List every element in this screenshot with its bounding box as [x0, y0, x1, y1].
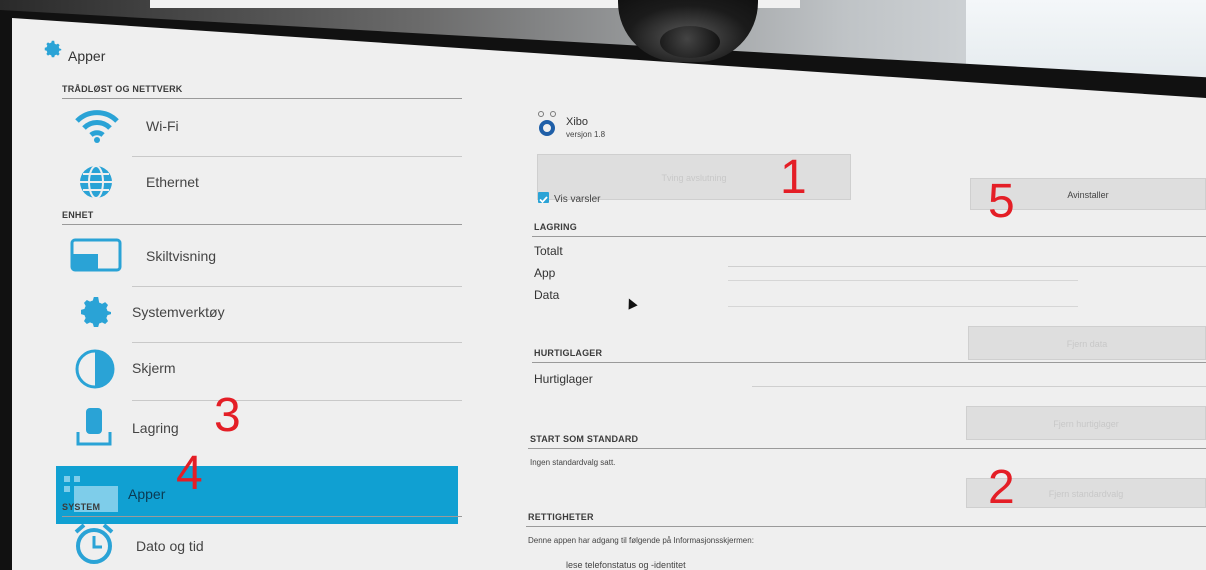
annotation-4: 4	[176, 447, 203, 500]
permission-item: lese telefonstatus og -identitet	[566, 560, 686, 570]
sidebar-item-label: Systemverktøy	[132, 304, 225, 320]
divider	[728, 280, 1078, 281]
divider	[728, 266, 1206, 267]
divider	[132, 286, 462, 287]
storage-data-label: Data	[534, 288, 560, 302]
wifi-icon	[74, 108, 120, 144]
storage-icon	[74, 406, 114, 450]
storage-total-label: Totalt	[534, 244, 563, 258]
sidebar-item-label: Lagring	[132, 420, 179, 436]
divider	[132, 342, 462, 343]
annotation-1: 1	[780, 151, 807, 204]
section-wireless: TRÅDLØST OG NETTVERK	[62, 84, 183, 94]
section-device: ENHET	[62, 210, 94, 220]
permissions-text: Denne appen har adgang til følgende på I…	[528, 536, 754, 545]
sidebar-item-storage[interactable]: Lagring	[62, 402, 462, 458]
cache-label: Hurtiglager	[534, 372, 593, 386]
app-name: Xibo	[566, 116, 589, 128]
divider	[62, 516, 462, 517]
section-permissions: RETTIGHETER	[528, 512, 594, 522]
divider	[752, 386, 1206, 387]
mouse-cursor	[624, 296, 638, 310]
page-title: Apper	[68, 48, 106, 64]
app-version: versjon 1.8	[566, 130, 606, 139]
clear-cache-button[interactable]: Fjern hurtiglager	[966, 406, 1206, 440]
annotation-3: 3	[214, 389, 241, 442]
section-cache: HURTIGLAGER	[534, 348, 603, 358]
sidebar-item-ethernet[interactable]: Ethernet	[62, 158, 462, 210]
divider	[62, 98, 462, 99]
section-start-default: START SOM STANDARD	[530, 434, 639, 444]
globe-icon	[78, 164, 114, 200]
divider	[132, 400, 462, 401]
divider	[62, 224, 462, 225]
xibo-app-icon	[536, 110, 558, 138]
annotation-2: 2	[988, 461, 1015, 514]
sidebar-item-label: Skiltvisning	[146, 248, 217, 264]
clear-data-button[interactable]: Fjern data	[968, 326, 1206, 360]
show-notifications-checkbox[interactable]	[538, 192, 549, 204]
webcam-lens	[660, 26, 720, 58]
divider	[532, 362, 1206, 363]
sidebar-item-wifi[interactable]: Wi-Fi	[62, 102, 462, 154]
gear-icon	[42, 38, 64, 60]
sidebar-item-label: Ethernet	[146, 174, 199, 190]
sidebar-item-display[interactable]: Skjerm	[62, 344, 462, 396]
display-icon	[68, 236, 124, 274]
sidebar-item-label: Apper	[128, 486, 166, 502]
divider	[132, 156, 462, 157]
settings-screen: Apper TRÅDLØST OG NETTVERK Wi-Fi Etherne…	[12, 18, 1206, 570]
section-storage: LAGRING	[534, 222, 577, 232]
section-system: SYSTEM	[62, 502, 101, 512]
storage-app-label: App	[534, 266, 556, 280]
sidebar-item-system-tools[interactable]: Systemverktøy	[62, 288, 462, 340]
show-notifications-label: Vis varsler	[554, 194, 601, 205]
gear-icon	[76, 292, 116, 332]
sidebar-item-signage[interactable]: Skiltvisning	[62, 230, 462, 282]
defaults-text: Ingen standardvalg satt.	[530, 458, 616, 467]
contrast-icon	[74, 348, 116, 390]
sidebar-item-label: Skjerm	[132, 360, 176, 376]
alarm-clock-icon	[72, 522, 116, 566]
annotation-5: 5	[988, 175, 1015, 228]
sidebar-item-label: Dato og tid	[136, 538, 204, 554]
divider	[532, 236, 1206, 237]
divider	[728, 306, 1078, 307]
divider	[526, 526, 1206, 527]
divider	[528, 448, 1206, 449]
sidebar-item-label: Wi-Fi	[146, 118, 179, 134]
sidebar-item-date-time[interactable]: Dato og tid	[62, 520, 462, 570]
